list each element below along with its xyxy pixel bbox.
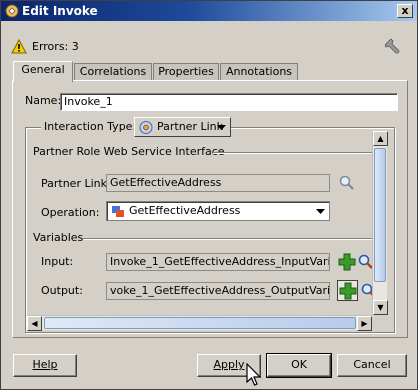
horizontal-scroll-thumb[interactable]	[44, 317, 356, 329]
dropdown-arrow-icon	[217, 125, 226, 130]
warning-icon	[11, 39, 27, 54]
operation-select[interactable]: GetEffectiveAddress	[106, 201, 330, 221]
vertical-scrollbar[interactable]: ▲ ▼	[372, 131, 388, 315]
add-output-button[interactable]	[337, 280, 358, 301]
tab-label: Properties	[158, 65, 214, 78]
pointer-cursor-icon	[246, 363, 262, 386]
vertical-scroll-thumb[interactable]	[374, 148, 386, 282]
input-variable-field[interactable]: Invoke_1_GetEffectiveAddress_InputVariab…	[106, 253, 330, 271]
operation-label: Operation:	[41, 206, 100, 219]
tab-label: General	[21, 63, 65, 76]
cancel-button-label: Cancel	[353, 358, 391, 371]
partner-link-field[interactable]: GetEffectiveAddress	[106, 174, 330, 192]
close-icon: x	[401, 4, 409, 17]
variables-section-title: Variables	[33, 231, 84, 244]
output-label: Output:	[41, 284, 83, 297]
dropdown-arrow-icon	[316, 209, 325, 214]
tab-correlations[interactable]: Correlations	[74, 63, 152, 81]
general-tab-panel: Name: Invoke_1 Interaction Type: Partner…	[12, 80, 408, 338]
partner-link-icon	[139, 121, 153, 134]
scroll-right-button[interactable]: ▶	[357, 316, 372, 331]
name-input[interactable]: Invoke_1	[60, 93, 398, 111]
operation-icon	[112, 206, 124, 217]
ok-button[interactable]: OK	[266, 353, 332, 378]
close-button[interactable]: x	[397, 4, 413, 18]
tab-properties[interactable]: Properties	[153, 63, 219, 81]
add-icon	[339, 282, 357, 300]
scroll-down-button[interactable]: ▼	[373, 300, 388, 315]
horizontal-scrollbar[interactable]: ◀ ▶	[27, 315, 372, 331]
scroll-left-button[interactable]: ◀	[27, 316, 42, 331]
scroll-up-button[interactable]: ▲	[373, 131, 388, 146]
wrench-icon[interactable]	[385, 38, 403, 56]
ok-button-label: OK	[291, 358, 307, 371]
tab-general[interactable]: General	[13, 61, 73, 82]
tab-annotations[interactable]: Annotations	[220, 63, 298, 81]
edit-invoke-dialog: Edit Invoke x Errors: 3 General Correlat…	[0, 0, 418, 390]
cancel-button[interactable]: Cancel	[337, 354, 407, 377]
partner-role-section-title: Partner Role Web Service Interface	[33, 145, 225, 158]
tab-label: Correlations	[79, 65, 147, 78]
add-icon[interactable]	[338, 253, 356, 271]
interaction-type-dropdown[interactable]: Partner Link	[134, 117, 231, 137]
section-divider	[213, 152, 373, 153]
title-bar[interactable]: Edit Invoke x	[1, 1, 417, 21]
tab-label: Annotations	[225, 65, 293, 78]
variables-divider	[83, 238, 373, 239]
app-icon	[5, 4, 19, 18]
window-title: Edit Invoke	[22, 4, 98, 18]
help-button[interactable]: Help	[13, 354, 77, 377]
input-label: Input:	[41, 255, 74, 268]
interaction-type-value: Partner Link	[157, 120, 223, 133]
partner-link-label: Partner Link:	[41, 177, 111, 190]
output-variable-field[interactable]: voke_1_GetEffectiveAddress_OutputVariabl…	[106, 282, 330, 300]
name-label: Name:	[25, 94, 62, 107]
interaction-type-label: Interaction Type:	[41, 120, 140, 133]
help-button-label: Help	[32, 358, 58, 371]
apply-button-label: Apply	[213, 358, 245, 371]
operation-value: GetEffectiveAddress	[129, 204, 241, 217]
errors-count-label: Errors: 3	[32, 40, 79, 53]
search-icon[interactable]	[338, 174, 356, 192]
